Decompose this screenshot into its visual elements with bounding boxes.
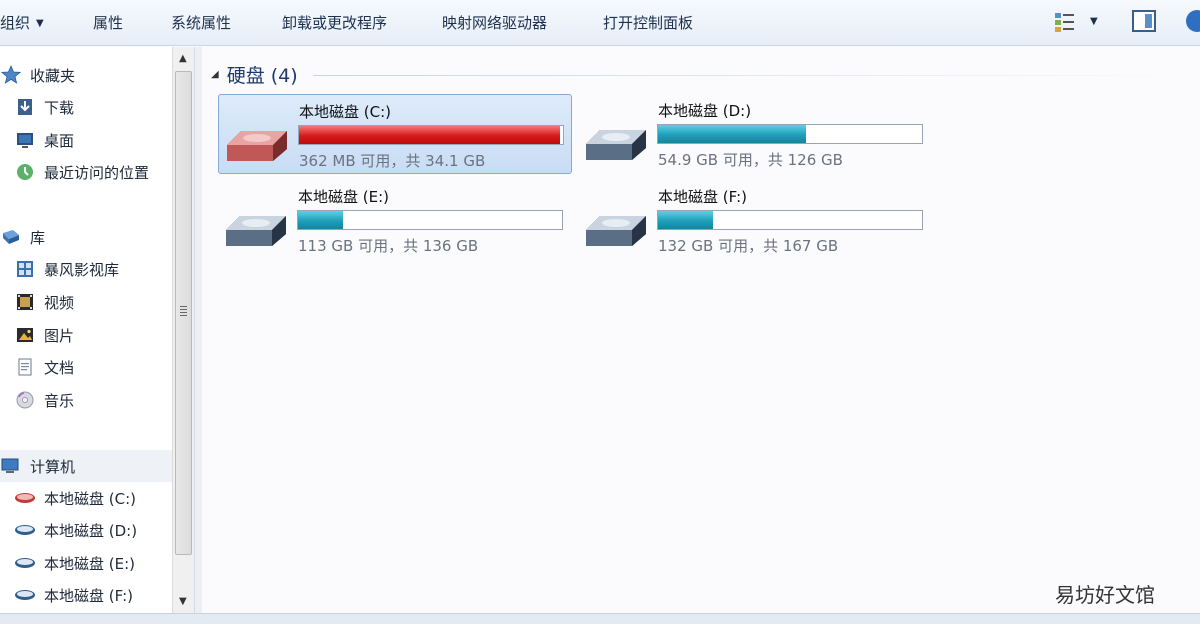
sidebar-item-media-library[interactable]: 暴风影视库: [14, 255, 119, 283]
drive-free-space: 113 GB 可用，共 136 GB: [298, 237, 479, 255]
download-icon: [14, 97, 36, 117]
sidebar-item-label: 音乐: [44, 391, 75, 410]
sidebar-item-label: 本地磁盘 (F:): [44, 586, 133, 605]
sidebar-item-recent-places[interactable]: 最近访问的位置: [14, 158, 149, 186]
sidebar-item-drive-e[interactable]: 本地磁盘 (E:): [14, 549, 135, 577]
grip-icon: [180, 306, 187, 316]
change-view-button[interactable]: ▼: [1054, 11, 1104, 35]
watermark-text: 易坊好文馆: [1055, 583, 1155, 607]
sidebar-item-label: 本地磁盘 (D:): [44, 521, 138, 540]
sidebar-item-label: 图片: [44, 326, 75, 345]
drive-usage-bar: [298, 125, 564, 145]
pane-splitter[interactable]: [194, 47, 202, 613]
sidebar-item-pictures[interactable]: 图片: [14, 321, 74, 349]
sidebar-group-favorites[interactable]: 收藏夹: [0, 61, 75, 89]
drive-usage-fill: [658, 211, 714, 229]
sidebar-group-label: 库: [30, 228, 46, 247]
drive-usage-fill: [658, 125, 806, 143]
sidebar-item-label: 桌面: [44, 131, 75, 150]
preview-pane-icon[interactable]: [1132, 10, 1156, 32]
organize-label: 组织: [0, 14, 31, 32]
desktop-icon: [14, 130, 36, 150]
drive-icon: [14, 585, 36, 605]
uninstall-program-button[interactable]: 卸载或更改程序: [282, 12, 387, 33]
sidebar-item-videos[interactable]: 视频: [14, 288, 74, 316]
library-icon: [0, 227, 22, 247]
star-icon: [0, 65, 22, 85]
drive-free-space: 132 GB 可用，共 167 GB: [658, 237, 839, 255]
content-pane: ◢ 硬盘 (4) 本地磁盘 (C:) 362 MB 可用，共 34.1 GB 本…: [203, 47, 1200, 613]
sidebar-item-label: 最近访问的位置: [44, 163, 150, 182]
media-library-icon: [14, 259, 36, 279]
sidebar-item-label: 视频: [44, 293, 75, 312]
sidebar-item-downloads[interactable]: 下载: [14, 93, 74, 121]
drive-icon: [14, 488, 36, 508]
drive-tile-f[interactable]: 本地磁盘 (F:) 132 GB 可用，共 167 GB: [578, 180, 932, 260]
sidebar-item-music[interactable]: 音乐: [14, 386, 74, 414]
chevron-down-icon: ▼: [36, 18, 44, 29]
navigation-pane: 收藏夹 下载 桌面 最近访问的位置 库 暴风影视库 视频 图片 文档 音乐 计算…: [0, 47, 172, 613]
computer-icon: [0, 456, 22, 476]
help-icon[interactable]: [1186, 10, 1200, 32]
drive-icon: [14, 553, 36, 573]
sidebar-scrollbar[interactable]: ▲ ▼: [172, 47, 194, 613]
section-title: 硬盘 (4): [226, 65, 298, 87]
sidebar-item-drive-f[interactable]: 本地磁盘 (F:): [14, 581, 133, 609]
views-icon: [1055, 13, 1074, 32]
sidebar-item-label: 暴风影视库: [44, 260, 120, 279]
drive-icon: [586, 216, 646, 246]
sidebar-group-label: 计算机: [30, 457, 76, 476]
drive-usage-bar: [297, 210, 563, 230]
drive-label: 本地磁盘 (C:): [299, 103, 391, 121]
drive-tile-e[interactable]: 本地磁盘 (E:) 113 GB 可用，共 136 GB: [218, 180, 572, 260]
sidebar-group-label: 收藏夹: [30, 66, 76, 85]
drive-icon: [226, 216, 286, 246]
drive-label: 本地磁盘 (F:): [658, 188, 747, 206]
chevron-down-icon: ▼: [1090, 16, 1098, 27]
open-control-panel-button[interactable]: 打开控制面板: [603, 12, 693, 33]
pictures-icon: [14, 325, 36, 345]
drive-label: 本地磁盘 (E:): [298, 188, 390, 206]
sidebar-item-documents[interactable]: 文档: [14, 353, 74, 381]
drive-tile-d[interactable]: 本地磁盘 (D:) 54.9 GB 可用，共 126 GB: [578, 94, 932, 174]
drive-usage-bar: [657, 124, 923, 144]
documents-icon: [14, 357, 36, 377]
sidebar-item-drive-d[interactable]: 本地磁盘 (D:): [14, 516, 137, 544]
status-bar: [0, 613, 1200, 624]
sidebar-group-computer[interactable]: 计算机: [0, 452, 75, 480]
sidebar-item-label: 下载: [44, 98, 75, 117]
scroll-up-arrow-icon[interactable]: ▲: [179, 53, 187, 64]
section-divider: [313, 75, 1200, 76]
sidebar-item-label: 文档: [44, 358, 75, 377]
organize-menu-button[interactable]: 组织 ▼: [0, 12, 44, 33]
command-bar: 组织 ▼ 属性 系统属性 卸载或更改程序 映射网络驱动器 打开控制面板 ▼: [0, 0, 1200, 46]
drive-free-space: 54.9 GB 可用，共 126 GB: [658, 151, 843, 169]
drive-usage-fill: [298, 211, 343, 229]
map-network-drive-button[interactable]: 映射网络驱动器: [442, 12, 547, 33]
sidebar-item-label: 本地磁盘 (C:): [44, 489, 136, 508]
sidebar-item-label: 本地磁盘 (E:): [44, 554, 136, 573]
sidebar-item-desktop[interactable]: 桌面: [14, 126, 74, 154]
hard-disks-group-header[interactable]: ◢ 硬盘 (4): [211, 61, 298, 88]
drive-icon: [586, 130, 646, 160]
drive-label: 本地磁盘 (D:): [658, 102, 752, 120]
drive-usage-fill: [299, 126, 561, 144]
video-icon: [14, 292, 36, 312]
scroll-down-arrow-icon[interactable]: ▼: [179, 596, 187, 607]
scroll-thumb[interactable]: [175, 71, 192, 555]
drive-icon: [227, 131, 287, 161]
collapse-triangle-icon[interactable]: ◢: [211, 69, 219, 80]
drive-free-space: 362 MB 可用，共 34.1 GB: [299, 152, 486, 170]
properties-button[interactable]: 属性: [93, 12, 123, 33]
system-properties-button[interactable]: 系统属性: [171, 12, 231, 33]
sidebar-group-libraries[interactable]: 库: [0, 223, 45, 251]
drive-icon: [14, 520, 36, 540]
drive-usage-bar: [657, 210, 923, 230]
sidebar-item-drive-c[interactable]: 本地磁盘 (C:): [14, 484, 136, 512]
drive-tile-c[interactable]: 本地磁盘 (C:) 362 MB 可用，共 34.1 GB: [218, 94, 572, 174]
recent-places-icon: [14, 162, 36, 182]
music-icon: [14, 390, 36, 410]
